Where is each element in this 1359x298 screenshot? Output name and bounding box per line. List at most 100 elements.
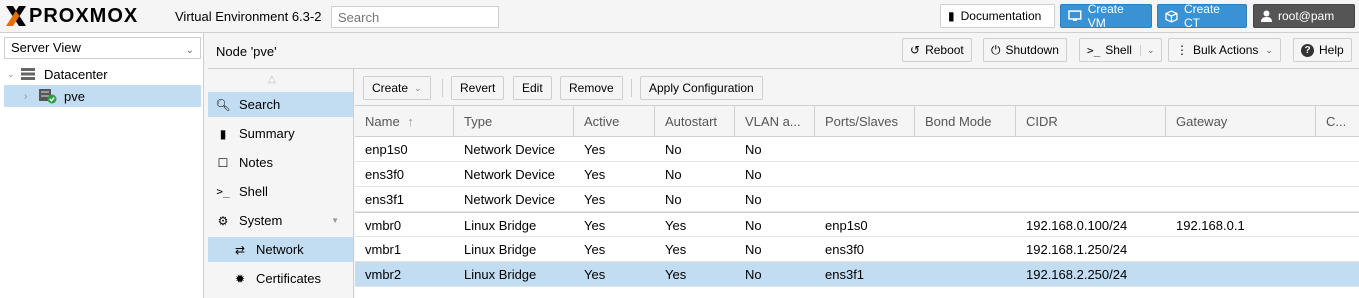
table-cell: vmbr1 [365, 242, 402, 257]
revert-label: Revert [460, 81, 496, 95]
edit-label: Edit [522, 81, 543, 95]
column-header-autostart[interactable]: Autostart [655, 106, 735, 137]
bulk-actions-label: Bulk Actions [1193, 43, 1259, 57]
column-header-name[interactable]: Name ↑ [355, 106, 454, 137]
user-icon [1261, 10, 1272, 22]
ellipsis-vertical-icon: ⋮ [1176, 43, 1188, 57]
table-cell: Yes [665, 267, 687, 282]
undo-icon: ↺ [910, 43, 921, 57]
nav-item-system[interactable]: ⚙ System ▼ [208, 208, 353, 233]
table-cell: Linux Bridge [464, 242, 537, 257]
reboot-button[interactable]: ↺ Reboot [902, 38, 972, 62]
nav-item-certificates[interactable]: ✹ Certificates [208, 266, 353, 291]
nav-item-notes[interactable]: ☐ Notes [208, 150, 353, 175]
table-cell: 192.168.2.250/24 [1026, 267, 1128, 282]
table-cell [815, 162, 915, 187]
shell-button[interactable]: >_ Shell ⌄ [1079, 38, 1163, 62]
table-row[interactable]: vmbr0 Linux Bridge Yes Yes No enp1s0 192.168.0… [355, 212, 1359, 237]
column-header-cidr[interactable]: CIDR [1016, 106, 1166, 137]
tree-item-node-pve[interactable]: › pve [4, 85, 201, 107]
column-header-ports-slaves[interactable]: Ports/Slaves [815, 106, 915, 137]
create-vm-button[interactable]: Create VM [1060, 2, 1152, 30]
shutdown-button[interactable]: ⏻ Shutdown [983, 38, 1067, 62]
table-cell [915, 187, 1016, 212]
remove-label: Remove [569, 81, 614, 95]
column-header-label: CIDR [1026, 114, 1058, 129]
sort-ascending-icon: ↑ [407, 114, 414, 129]
table-cell [815, 137, 915, 162]
nav-item-shell-label: Shell [239, 184, 268, 199]
table-cell: Yes [584, 192, 606, 207]
search-input[interactable] [331, 6, 499, 28]
nav-item-search[interactable]: 🔍︎ Search [208, 92, 353, 117]
column-header-label: Bond Mode [925, 114, 992, 129]
view-selector[interactable]: Server View ⌄ [4, 37, 201, 59]
scroll-up-icon[interactable]: △ [268, 74, 276, 85]
table-cell: Network Device [464, 142, 556, 157]
tree-item-datacenter-label: Datacenter [44, 66, 108, 82]
table-row[interactable]: ens3f0 Network Device Yes No No [355, 162, 1359, 187]
table-row[interactable]: enp1s0 Network Device Yes No No [355, 137, 1359, 162]
create-button[interactable]: Create ⌄ [363, 76, 431, 100]
table-cell: ens3f1 [825, 267, 865, 282]
table-row[interactable]: vmbr2 Linux Bridge Yes Yes No ens3f1 192.168.2… [355, 262, 1359, 287]
column-header-label: Type [464, 114, 493, 129]
power-icon: ⏻ [991, 42, 1001, 57]
book-icon: ▮ [948, 9, 955, 23]
table-cell: No [745, 192, 762, 207]
column-header-vlan-aware[interactable]: VLAN a... [735, 106, 815, 137]
grid-header: Name ↑ Type Active Autostart VLAN a... P… [355, 106, 1359, 137]
table-cell [1166, 187, 1316, 212]
table-cell: ens3f0 [825, 242, 865, 257]
table-cell [1016, 162, 1166, 187]
toolbar-divider [442, 79, 443, 97]
column-header-label: Ports/Slaves [825, 114, 898, 129]
create-ct-button[interactable]: Create CT [1157, 2, 1247, 30]
nav-item-search-label: Search [239, 97, 281, 112]
expand-icon[interactable]: › [24, 91, 38, 102]
table-cell: Network Device [464, 192, 556, 207]
user-menu-button[interactable]: root@pam [1253, 4, 1355, 28]
apply-configuration-label: Apply Configuration [649, 81, 754, 95]
table-cell [1016, 137, 1166, 162]
table-cell: vmbr0 [365, 218, 402, 233]
column-header-gateway[interactable]: Gateway [1166, 106, 1316, 137]
node-header: Node 'pve' ↺ Reboot ⏻ Shutdown >_ Shell … [208, 33, 1359, 69]
column-header-active[interactable]: Active [574, 106, 655, 137]
revert-button[interactable]: Revert [451, 76, 505, 100]
nav-item-shell[interactable]: >_ Shell [208, 179, 353, 204]
collapse-icon[interactable]: ▼ [331, 216, 339, 225]
edit-button[interactable]: Edit [513, 76, 552, 100]
table-cell: No [665, 142, 682, 157]
proxmox-logo[interactable]: PROXMOX [5, 5, 138, 27]
table-cell: Yes [665, 242, 687, 257]
column-header-bond-mode[interactable]: Bond Mode [915, 106, 1016, 137]
create-vm-label: Create VM [1087, 2, 1124, 30]
collapse-icon[interactable]: ⌄ [4, 69, 18, 80]
bulk-actions-button[interactable]: ⋮ Bulk Actions ⌄ [1168, 38, 1281, 62]
nav-item-network[interactable]: ⇄ Network [208, 237, 353, 262]
network-panel: Create ⌄ Revert Edit Remove Apply Config… [355, 69, 1359, 298]
shell-label: Shell [1105, 43, 1132, 57]
documentation-button[interactable]: ▮ Documentation [940, 4, 1055, 28]
brand-name: PROXMOX [29, 4, 139, 27]
terminal-icon: >_ [1087, 43, 1101, 57]
exchange-icon: ⇄ [234, 242, 246, 257]
apply-configuration-button[interactable]: Apply Configuration [640, 76, 763, 100]
column-header-comment[interactable]: C... [1316, 106, 1359, 137]
table-row[interactable]: vmbr1 Linux Bridge Yes Yes No ens3f0 192.168.1… [355, 237, 1359, 262]
help-button[interactable]: ? Help [1293, 38, 1352, 62]
chevron-down-icon[interactable]: ⌄ [1139, 44, 1154, 56]
gears-icon: ⚙ [217, 213, 229, 228]
page-title: Node 'pve' [216, 44, 277, 59]
table-row[interactable]: ens3f1 Network Device Yes No No [355, 187, 1359, 212]
user-label: root@pam [1278, 9, 1335, 23]
nav-item-system-label: System [239, 213, 283, 228]
nav-item-summary[interactable]: ▮ Summary [208, 121, 353, 146]
column-header-type[interactable]: Type [454, 106, 574, 137]
table-cell: Yes [584, 218, 606, 233]
tree-item-datacenter[interactable]: ⌄ Datacenter [4, 63, 201, 85]
create-label: Create [372, 81, 409, 95]
remove-button[interactable]: Remove [560, 76, 623, 100]
table-cell: No [745, 142, 762, 157]
